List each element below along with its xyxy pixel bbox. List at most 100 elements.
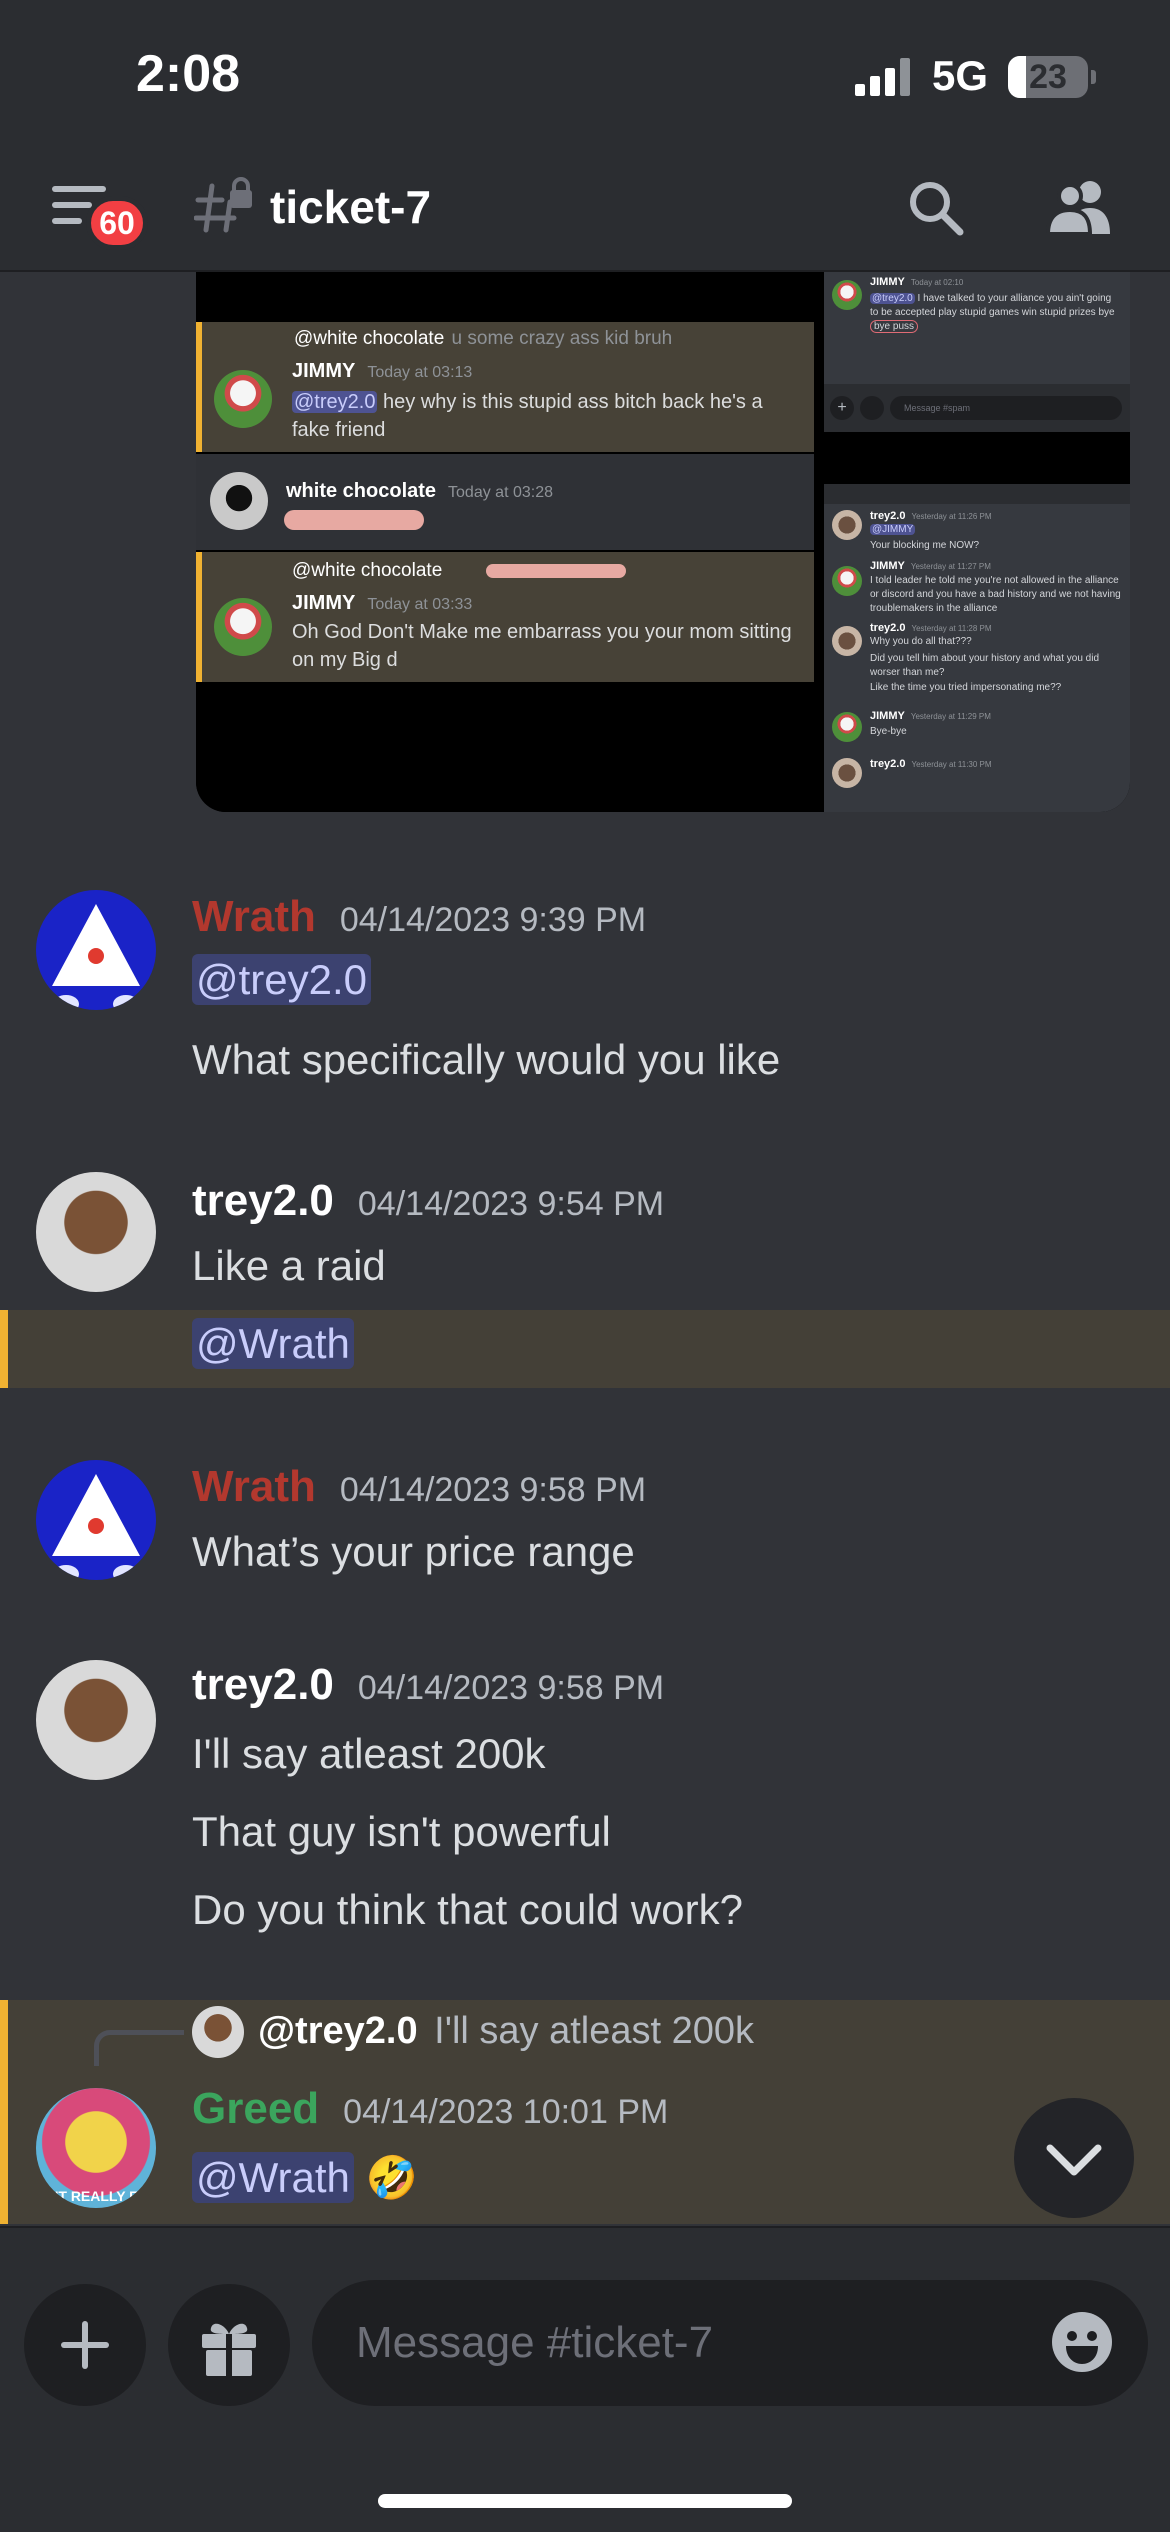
gift-icon bbox=[202, 2323, 256, 2376]
attachment-message-1: @white chocolate u some crazy ass kid br… bbox=[196, 322, 814, 452]
message-group[interactable]: Wrath 04/14/2023 9:39 PM @trey2.0 What sp… bbox=[0, 880, 1170, 1100]
trey-mini-avatar bbox=[832, 626, 862, 656]
timestamp: 04/14/2023 9:58 PM bbox=[357, 1669, 665, 1707]
attachment-reply-text: u some crazy ass kid bruh bbox=[451, 328, 673, 349]
timestamp: 04/14/2023 9:54 PM bbox=[357, 1185, 665, 1223]
message-text: I'll say atleast 200k bbox=[192, 1730, 546, 1777]
jimmy-avatar bbox=[214, 370, 272, 428]
mini-time: Yesterday at 11:30 PM bbox=[911, 760, 992, 769]
attachment-time: Today at 03:13 bbox=[367, 364, 473, 381]
attachment-time: Today at 03:33 bbox=[367, 596, 473, 613]
mini-author: trey2.0 bbox=[870, 622, 906, 634]
username[interactable]: Wrath bbox=[192, 1462, 316, 1511]
mini-author: trey2.0 bbox=[870, 510, 906, 522]
home-indicator bbox=[378, 2494, 792, 2508]
timestamp: 04/14/2023 10:01 PM bbox=[343, 2093, 669, 2131]
mini-time: Yesterday at 11:29 PM bbox=[910, 712, 991, 721]
channel-lock-icon bbox=[194, 177, 252, 233]
timestamp: 04/14/2023 9:58 PM bbox=[339, 1471, 647, 1509]
mini-text: Did you tell him about your history and … bbox=[870, 653, 1100, 678]
message-input-placeholder: Message #ticket-7 bbox=[356, 2318, 714, 2367]
emoji-icon[interactable] bbox=[1050, 2310, 1114, 2374]
mini-text: Bye-bye bbox=[870, 726, 907, 737]
mini-text: Your blocking me NOW? bbox=[870, 540, 980, 551]
attachment-author: JIMMY bbox=[292, 360, 356, 382]
attachment-mention: @trey2.0 bbox=[292, 391, 378, 413]
message-text: That guy isn't powerful bbox=[192, 1808, 611, 1855]
mini-author: JIMMY bbox=[870, 710, 905, 722]
message-group[interactable]: trey2.0 04/14/2023 9:54 PM Like a raid @W… bbox=[0, 1170, 1170, 1390]
message-text: Do you think that could work? bbox=[192, 1886, 743, 1933]
attachment-reply-mention: @white chocolate bbox=[294, 328, 445, 349]
mini-text: Like the time you tried impersonating me… bbox=[870, 682, 1062, 693]
redaction-scribble bbox=[284, 510, 424, 530]
user-mention[interactable]: @Wrath bbox=[192, 2152, 354, 2203]
message-text: What’s your price range bbox=[192, 1528, 635, 1575]
jimmy-avatar bbox=[832, 280, 862, 310]
trey-mini-avatar bbox=[832, 758, 862, 788]
mini-mention: @trey2.0 bbox=[870, 293, 915, 304]
search-icon[interactable] bbox=[906, 178, 966, 238]
wrath-avatar[interactable] bbox=[36, 1460, 156, 1580]
attachment-left-panel: @white chocolate u some crazy ass kid br… bbox=[196, 272, 814, 812]
message-text: What specifically would you like bbox=[192, 1036, 781, 1083]
username[interactable]: Wrath bbox=[192, 892, 316, 941]
emoji: 🤣 bbox=[365, 2154, 418, 2201]
reply-preview[interactable]: I'll say atleast 200k bbox=[434, 2010, 754, 2052]
network-type: 5G bbox=[932, 52, 989, 99]
user-mention[interactable]: @trey2.0 bbox=[192, 954, 372, 1005]
mini-author: JIMMY bbox=[870, 560, 905, 572]
message-input[interactable]: Message #ticket-7 bbox=[312, 2280, 1148, 2406]
mini-author: JIMMY bbox=[870, 276, 905, 288]
username[interactable]: trey2.0 bbox=[192, 1176, 334, 1225]
plus-icon bbox=[61, 2321, 109, 2369]
message-text: Like a raid bbox=[192, 1242, 386, 1289]
mini-time: Yesterday at 11:27 PM bbox=[910, 562, 991, 571]
attachment-right-panel: JIMMY Today at 02:10 @trey2.0 I have talk… bbox=[824, 272, 1130, 812]
jimmy-avatar bbox=[214, 598, 272, 656]
mini-author: trey2.0 bbox=[870, 758, 906, 770]
timestamp: 04/14/2023 9:39 PM bbox=[339, 901, 647, 939]
image-attachment[interactable]: @white chocolate u some crazy ass kid br… bbox=[196, 272, 1130, 812]
attachment-time: Today at 03:28 bbox=[448, 484, 553, 501]
members-icon[interactable] bbox=[1046, 176, 1114, 236]
chevron-down-icon bbox=[1046, 2144, 1102, 2176]
username[interactable]: trey2.0 bbox=[192, 1660, 334, 1709]
mini-text: Why you do all that??? bbox=[870, 636, 972, 647]
message-group[interactable]: trey2.0 04/14/2023 9:58 PM I'll say atlea… bbox=[0, 1660, 1170, 1960]
attachment-reply-mention: @white chocolate bbox=[292, 560, 443, 581]
jump-to-bottom-button[interactable] bbox=[1014, 2098, 1134, 2218]
attachment-text: Oh God Don't Make me embarrass you your … bbox=[292, 621, 792, 671]
attachment-mini-list: trey2.0 Yesterday at 11:26 PM @JIMMY Your… bbox=[824, 504, 1130, 812]
mini-time: Today at 02:10 bbox=[910, 278, 964, 287]
jimmy-mini-avatar bbox=[832, 566, 862, 596]
attach-button[interactable] bbox=[24, 2284, 146, 2406]
username[interactable]: Greed bbox=[192, 2084, 319, 2133]
reply-avatar bbox=[192, 2006, 244, 2058]
gift-button[interactable] bbox=[168, 2284, 290, 2406]
battery-level: 23 bbox=[1029, 58, 1067, 96]
trey-avatar[interactable] bbox=[36, 1660, 156, 1780]
jimmy-mini-avatar bbox=[832, 712, 862, 742]
wrath-avatar[interactable] bbox=[36, 890, 156, 1010]
trey-mini-avatar bbox=[832, 510, 862, 540]
mini-text: I told leader he told me you're not allo… bbox=[870, 575, 1121, 614]
attachment-message-2: white chocolate Today at 03:28 bbox=[196, 454, 814, 550]
attachment-mini-message-top: JIMMY Today at 02:10 @trey2.0 I have talk… bbox=[824, 272, 1130, 384]
attachment-author: JIMMY bbox=[292, 592, 356, 614]
user-mention[interactable]: @Wrath bbox=[192, 1318, 354, 1369]
mini-time: Yesterday at 11:28 PM bbox=[911, 624, 992, 633]
attachment-author: white chocolate bbox=[286, 480, 437, 502]
message-group[interactable]: @trey2.0 I'll say atleast 200k N'T REALL… bbox=[0, 2000, 1170, 2224]
reply-mention[interactable]: @trey2.0 bbox=[258, 2010, 418, 2052]
battery-icon: 23 bbox=[1008, 56, 1096, 98]
redaction-scribble bbox=[486, 564, 626, 578]
top-bar: 2:08 5G 23 60 ticket-7 bbox=[0, 0, 1170, 272]
message-group[interactable]: Wrath 04/14/2023 9:58 PM What’s your pric… bbox=[0, 1460, 1170, 1600]
mini-circled-text: bye puss bbox=[870, 320, 919, 333]
trey-avatar[interactable] bbox=[36, 1172, 156, 1292]
mini-time: Yesterday at 11:26 PM bbox=[911, 512, 992, 521]
attachment-message-3: @white chocolate JIMMY Today at 03:33 Oh … bbox=[196, 552, 814, 682]
greed-avatar[interactable]: N'T REALLY FE bbox=[36, 2088, 156, 2208]
white-chocolate-avatar bbox=[210, 472, 268, 530]
